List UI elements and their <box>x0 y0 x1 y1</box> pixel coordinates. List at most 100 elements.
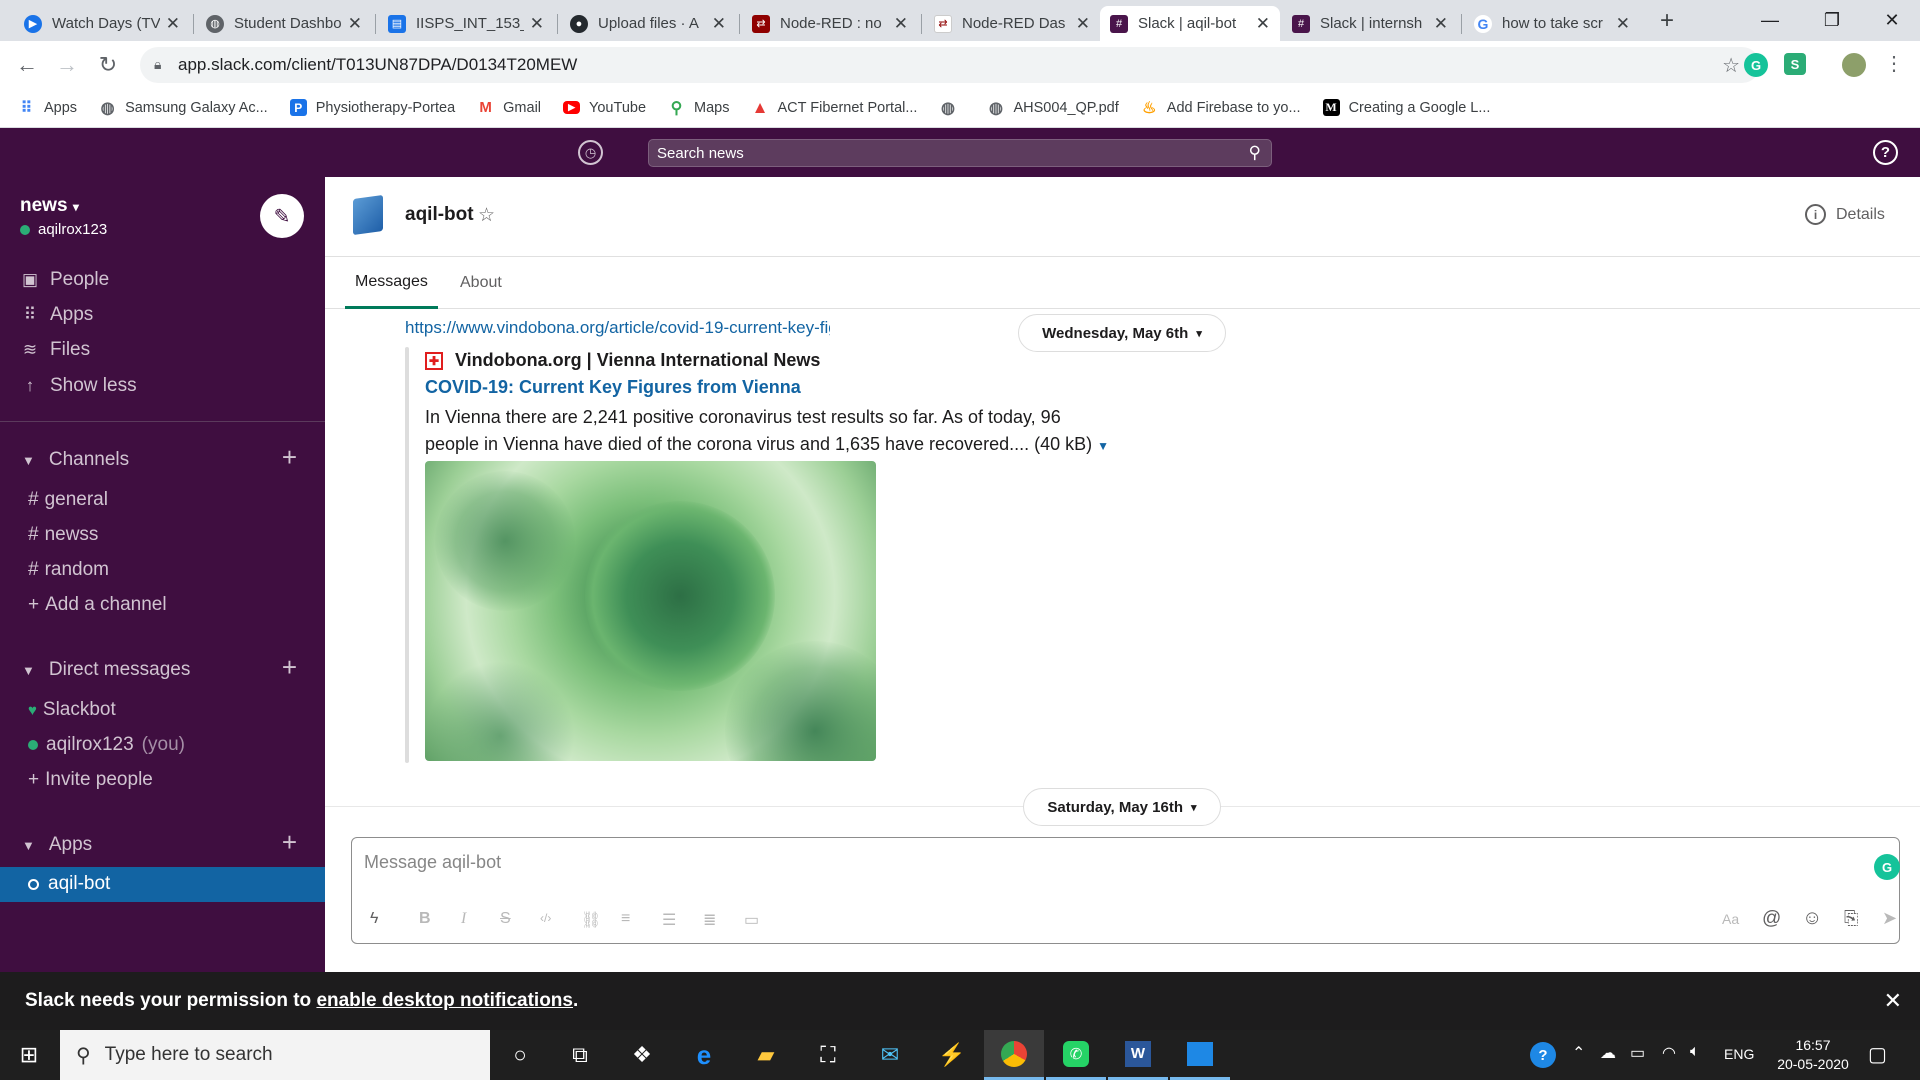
channel-general[interactable]: # general <box>28 489 108 511</box>
sidebar-item-show-less[interactable]: ↑ Show less <box>20 375 137 397</box>
close-banner-icon[interactable]: ✕ <box>1884 988 1902 1014</box>
wifi-icon[interactable]: ◠ <box>1662 1043 1676 1063</box>
mention-icon[interactable]: @ <box>1762 908 1781 930</box>
dropbox-icon[interactable]: ❖ <box>612 1030 672 1080</box>
unfurl-title-link[interactable]: COVID-19: Current Key Figures from Vienn… <box>425 377 801 398</box>
caret-down-icon[interactable]: ▼ <box>1097 439 1109 453</box>
bookmark-youtube[interactable]: ▶ YouTube <box>563 100 646 116</box>
browser-tab[interactable]: # Slack | internsh ✕ <box>1282 6 1458 41</box>
windows-start-icon[interactable]: ⊞ <box>0 1030 58 1080</box>
link-icon[interactable]: ⛓︎ <box>581 910 601 930</box>
whatsapp-icon[interactable]: ✆ <box>1046 1030 1106 1080</box>
bookmark-portea[interactable]: P Physiotherapy-Portea <box>289 99 455 116</box>
compose-button[interactable]: ✎ <box>260 194 304 238</box>
close-tab-icon[interactable]: ✕ <box>894 14 908 34</box>
volume-icon[interactable]: 🔈︎ <box>1690 1043 1700 1061</box>
show-hidden-icons-icon[interactable]: ⌃ <box>1572 1043 1585 1063</box>
invite-people-link[interactable]: + Invite people <box>28 769 153 791</box>
code-icon[interactable]: ‹/› <box>540 911 551 925</box>
reload-icon[interactable]: ↻ <box>93 50 123 80</box>
bookmark-pdf[interactable]: ◍ AHS004_QP.pdf <box>987 99 1119 117</box>
bookmark-globe[interactable]: ◍ <box>939 99 965 117</box>
browser-tab[interactable]: ⇄ Node-RED : no ✕ <box>742 6 918 41</box>
bookmark-apps[interactable]: ⠿ Apps <box>18 99 77 117</box>
star-bookmark-icon[interactable]: ☆ <box>1722 53 1740 78</box>
bulleted-list-icon[interactable]: ☰ <box>662 910 676 930</box>
tab-about[interactable]: About <box>460 257 502 309</box>
word-icon[interactable]: W <box>1108 1030 1168 1080</box>
add-channel-plus-icon[interactable]: + <box>282 442 297 473</box>
emoji-icon[interactable]: ☺ <box>1802 907 1822 930</box>
message-link[interactable]: https://www.vindobona.org/article/covid-… <box>405 318 830 338</box>
italic-icon[interactable]: I <box>461 910 466 928</box>
restore-icon[interactable]: ❐ <box>1802 0 1862 41</box>
address-bar[interactable]: 🔒︎ app.slack.com/client/T013UN87DPA/D013… <box>140 47 1760 83</box>
onedrive-icon[interactable]: ☁ <box>1600 1043 1616 1063</box>
mail-icon[interactable]: ✉ <box>860 1030 920 1080</box>
bold-icon[interactable]: B <box>419 910 431 928</box>
bookmark-samsung[interactable]: ◍ Samsung Galaxy Ac... <box>99 99 268 117</box>
channel-random[interactable]: # random <box>28 559 109 581</box>
close-window-icon[interactable]: ✕ <box>1862 0 1920 41</box>
workspace-name[interactable]: news ▾ <box>20 195 79 217</box>
help-tray-icon[interactable]: ? <box>1530 1042 1556 1068</box>
minimize-icon[interactable]: — <box>1740 0 1800 41</box>
add-dm-plus-icon[interactable]: + <box>282 652 297 683</box>
browser-menu-icon[interactable]: ⋮ <box>1884 51 1904 76</box>
add-app-plus-icon[interactable]: + <box>282 827 297 858</box>
close-tab-icon[interactable]: ✕ <box>1616 14 1630 34</box>
history-clock-icon[interactable]: ◷ <box>578 140 603 165</box>
new-tab-button[interactable]: + <box>1652 6 1682 36</box>
notifications-center-icon[interactable]: ▢ <box>1868 1042 1887 1067</box>
browser-tab-active[interactable]: # Slack | aqil-bot ✕ <box>1100 6 1280 41</box>
code-block-icon[interactable]: ▭ <box>744 910 759 930</box>
close-tab-icon[interactable]: ✕ <box>348 14 362 34</box>
tab-messages[interactable]: Messages <box>345 257 438 309</box>
browser-tab[interactable]: ⇄ Node-RED Das ✕ <box>924 6 1100 41</box>
browser-tab[interactable]: ▤ IISPS_INT_153_ ✕ <box>378 6 554 41</box>
back-arrow-icon[interactable]: ← <box>12 50 42 80</box>
close-tab-icon[interactable]: ✕ <box>1434 14 1448 34</box>
edge-icon[interactable]: e <box>674 1030 734 1080</box>
help-icon[interactable]: ? <box>1873 140 1898 165</box>
dm-self[interactable]: aqilrox123 (you) <box>28 734 185 756</box>
profile-avatar[interactable] <box>1840 51 1868 79</box>
taskbar-search-box[interactable]: ⚲ Type here to search <box>60 1030 490 1080</box>
vscode-icon[interactable]: ⚡ <box>922 1030 982 1080</box>
attachment-icon[interactable]: ⎘ <box>1844 908 1858 929</box>
clock[interactable]: 16:57 20-05-2020 <box>1768 1036 1858 1074</box>
current-user[interactable]: aqilrox123 <box>20 221 107 238</box>
add-channel-link[interactable]: + Add a channel <box>28 594 167 616</box>
sidebar-item-apps[interactable]: ⠿ Apps <box>20 304 94 326</box>
app-item-aqil-bot-active[interactable]: aqil-bot <box>0 867 325 902</box>
date-divider-may-16[interactable]: Saturday, May 16th ▾ <box>1023 788 1221 826</box>
cortana-icon[interactable]: ○ <box>490 1030 550 1080</box>
strikethrough-icon[interactable]: S <box>500 910 511 928</box>
channels-section-header[interactable]: ▼ Channels <box>22 449 129 471</box>
task-view-icon[interactable]: ⧉ <box>550 1030 610 1080</box>
bookmark-maps[interactable]: ⚲ Maps <box>668 99 730 117</box>
store-icon[interactable]: ⛶ <box>798 1030 858 1080</box>
close-tab-icon[interactable]: ✕ <box>530 14 544 34</box>
grammarly-icon[interactable]: G <box>1874 854 1900 880</box>
browser-tab[interactable]: G how to take scr ✕ <box>1464 6 1640 41</box>
shortcuts-lightning-icon[interactable]: ϟ <box>370 910 378 928</box>
browser-tab[interactable]: ▶ Watch Days (TV ✕ <box>14 6 190 41</box>
close-tab-icon[interactable]: ✕ <box>712 14 726 34</box>
close-tab-icon[interactable]: ✕ <box>1256 14 1270 34</box>
details-button[interactable]: i Details <box>1805 204 1885 225</box>
sidebar-item-people[interactable]: ▣ People <box>20 269 109 291</box>
bookmark-firebase[interactable]: ♨ Add Firebase to yo... <box>1141 99 1300 117</box>
enable-notifications-link[interactable]: enable desktop notifications <box>316 990 573 1012</box>
send-icon[interactable]: ➤ <box>1882 908 1897 929</box>
browser-tab[interactable]: ● Upload files · A ✕ <box>560 6 736 41</box>
forward-arrow-icon[interactable]: → <box>52 50 82 80</box>
language-indicator[interactable]: ENG <box>1724 1046 1754 1062</box>
extension-s-icon[interactable]: S <box>1784 53 1806 75</box>
star-icon[interactable]: ☆ <box>478 204 495 227</box>
dm-slackbot[interactable]: ♥ Slackbot <box>28 699 116 721</box>
channel-newss[interactable]: # newss <box>28 524 98 546</box>
blockquote-icon[interactable]: ≣ <box>703 910 716 930</box>
search-input[interactable]: Search news ⚲ <box>648 139 1272 167</box>
bookmark-gmail[interactable]: M Gmail <box>477 99 541 116</box>
